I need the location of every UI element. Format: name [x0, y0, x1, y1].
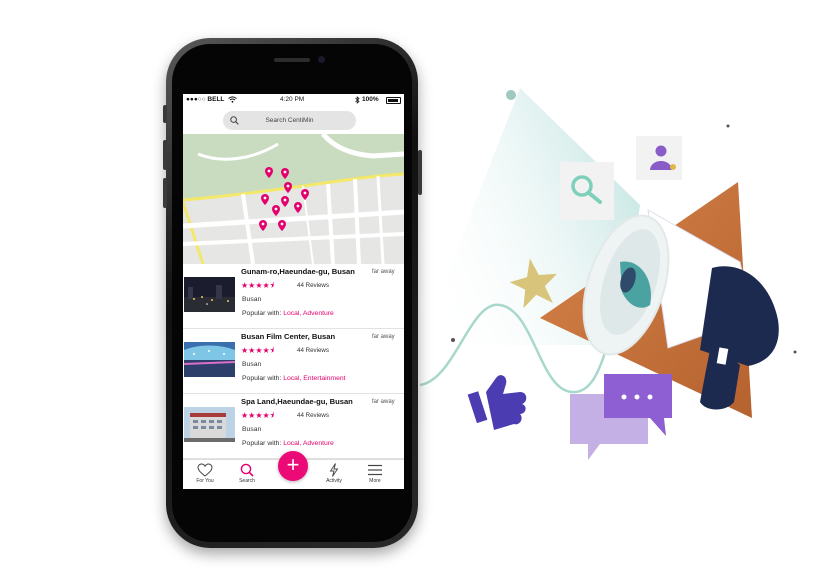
listing-thumbnail: [184, 407, 235, 442]
tab-label: Activity: [326, 478, 342, 484]
wifi-icon: [228, 96, 237, 103]
search-placeholder: Search CentiMin: [265, 117, 314, 124]
listing-thumbnail: [184, 277, 235, 312]
thumbs-up-icon: [467, 375, 527, 430]
listing-thumbnail: [184, 342, 235, 377]
volume-button: [163, 140, 167, 170]
heart-icon: [197, 463, 213, 477]
app-screen: ●●●○○ BELL 4:20 PM 100% Search CentiMin: [183, 94, 404, 489]
tab-label: Search: [239, 478, 255, 484]
listing-distance: far away: [372, 269, 395, 275]
add-button[interactable]: +: [278, 451, 308, 481]
listing-title: Spa Land,Haeundae-gu, Busan: [241, 397, 353, 406]
popular-prefix: Popular with:: [242, 375, 284, 382]
listing-city: Busan: [242, 426, 262, 433]
popular-with: Popular with: Local, Adventure: [242, 310, 334, 317]
tab-search[interactable]: Search: [227, 463, 267, 484]
volume-button: [163, 178, 167, 208]
bolt-icon: [329, 463, 339, 477]
map-pin-icon: [281, 168, 289, 179]
review-count: 44 Reviews: [297, 347, 329, 354]
search-icon: [240, 463, 254, 477]
star-rating: ★★★★⯨: [241, 281, 274, 290]
map-pin-icon: [272, 205, 280, 216]
review-count: 44 Reviews: [297, 412, 329, 419]
listing-city: Busan: [242, 361, 262, 368]
bluetooth-icon: [355, 96, 360, 104]
battery-percent: 100%: [362, 96, 379, 103]
plus-icon: +: [286, 452, 300, 477]
power-button: [418, 150, 422, 195]
review-count: 44 Reviews: [297, 282, 329, 289]
tab-label: For You: [196, 478, 214, 484]
map-pin-icon: [281, 196, 289, 207]
map-pin-icon: [265, 167, 273, 178]
map-pin-icon: [284, 182, 292, 193]
user-card: [636, 136, 682, 180]
menu-icon: [368, 464, 382, 476]
popular-with: Popular with: Local, Entertainment: [242, 375, 346, 382]
list-item[interactable]: Spa Land,Haeundae-gu, Busan far away ★★★…: [183, 394, 404, 459]
phone-camera: [318, 56, 325, 63]
map-pins: [259, 167, 309, 231]
map-pin-icon: [294, 202, 302, 213]
listing-city: Busan: [242, 296, 262, 303]
map-pin-icon: [278, 220, 286, 231]
listing-distance: far away: [372, 399, 395, 405]
list-item[interactable]: Busan Film Center, Busan far away ★★★★⯨ …: [183, 329, 404, 394]
status-bar: ●●●○○ BELL 4:20 PM 100%: [183, 94, 404, 106]
popular-tags[interactable]: Local, Adventure: [283, 440, 334, 447]
carrier-label: ●●●○○ BELL: [186, 96, 225, 103]
popular-tags[interactable]: Local, Adventure: [283, 310, 334, 317]
dot: [506, 90, 516, 100]
popular-prefix: Popular with:: [242, 310, 284, 317]
battery-icon: [386, 97, 401, 104]
phone-speaker: [274, 58, 310, 62]
map-pin-icon: [301, 189, 309, 200]
map-view[interactable]: [183, 134, 404, 264]
tab-for-you[interactable]: For You: [185, 463, 225, 484]
dot: [726, 124, 730, 128]
popular-tags[interactable]: Local, Entertainment: [283, 375, 345, 382]
search-input[interactable]: Search CentiMin: [223, 111, 356, 130]
popular-prefix: Popular with:: [242, 440, 284, 447]
map-pin-icon: [259, 220, 267, 231]
map-pin-icon: [261, 194, 269, 205]
megaphone-illustration: [419, 88, 797, 460]
list-item[interactable]: Gunam-ro,Haeundae-gu, Busan far away ★★★…: [183, 264, 404, 329]
tab-label: More: [369, 478, 381, 484]
dot: [793, 350, 797, 354]
tab-activity[interactable]: Activity: [314, 463, 354, 484]
dot: [451, 338, 455, 342]
star-rating: ★★★★⯨: [241, 411, 274, 420]
volume-button: [163, 105, 167, 123]
tab-more[interactable]: More: [355, 463, 395, 484]
popular-with: Popular with: Local, Adventure: [242, 440, 334, 447]
listing-title: Busan Film Center, Busan: [241, 332, 336, 341]
listing-distance: far away: [372, 334, 395, 340]
clock: 4:20 PM: [280, 96, 305, 103]
search-card: [560, 162, 614, 220]
listing-title: Gunam-ro,Haeundae-gu, Busan: [241, 267, 355, 276]
star-rating: ★★★★⯨: [241, 346, 274, 355]
